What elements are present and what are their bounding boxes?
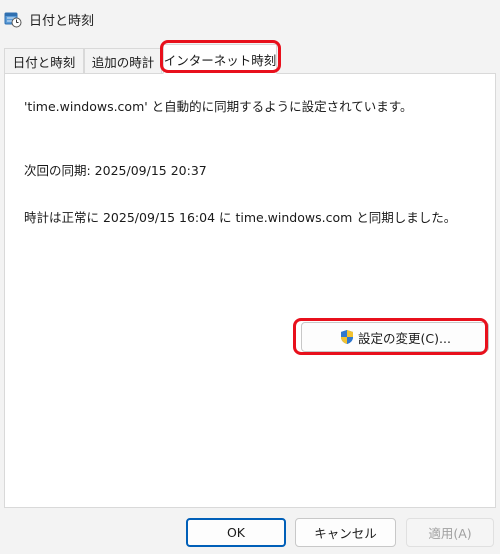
internet-time-panel: 'time.windows.com' と自動的に同期するように設定されています。… [4,73,496,508]
apply-button[interactable]: 適用(A) [406,518,494,547]
calendar-clock-icon [4,12,22,28]
tab-date-time[interactable]: 日付と時刻 [4,48,84,73]
title-bar[interactable]: 日付と時刻 [0,0,500,36]
change-settings-button[interactable]: 設定の変更(C)... [301,322,489,352]
tab-bar: 日付と時刻 追加の時計 インターネット時刻 [0,44,500,74]
uac-shield-icon [341,330,354,344]
cancel-button[interactable]: キャンセル [295,518,396,547]
next-sync-text: 次回の同期: 2025/09/15 20:37 [24,163,207,178]
ok-button[interactable]: OK [186,518,286,547]
last-sync-text: 時計は正常に 2025/09/15 16:04 に time.windows.c… [24,210,457,225]
window-title: 日付と時刻 [29,14,95,29]
change-settings-label: 設定の変更(C)... [358,330,451,346]
sync-server-text: 'time.windows.com' と自動的に同期するように設定されています。 [24,99,413,114]
tab-additional-clocks[interactable]: 追加の時計 [84,48,162,73]
tab-internet-time[interactable]: インターネット時刻 [163,44,277,74]
